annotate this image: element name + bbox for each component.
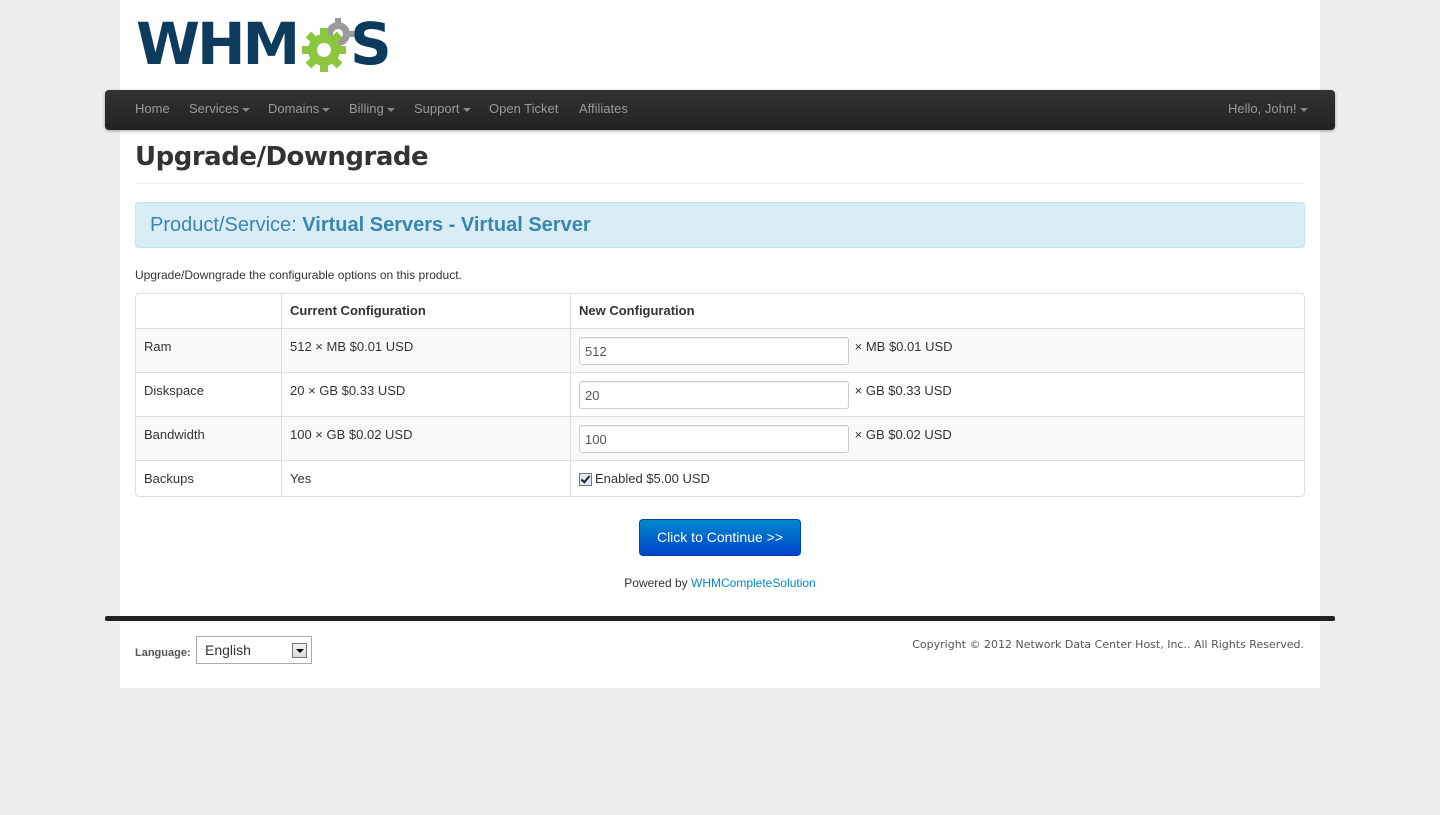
table-header-row: Current Configuration New Configuration — [136, 294, 1304, 328]
new-config-cell: × GB $0.33 USD — [570, 372, 1304, 416]
nav-label: Support — [414, 101, 460, 116]
current-config: 512 × MB $0.01 USD — [281, 328, 570, 372]
bandwidth-unit: × GB $0.02 USD — [854, 427, 952, 442]
nav-label: Affiliates — [579, 101, 628, 116]
new-config-cell: × GB $0.02 USD — [570, 416, 1304, 460]
product-heading: Product/Service: Virtual Servers - Virtu… — [150, 203, 591, 247]
diskspace-input[interactable] — [579, 381, 849, 409]
option-name: Backups — [136, 460, 281, 496]
current-config: 20 × GB $0.33 USD — [281, 372, 570, 416]
nav-domains[interactable]: Domains — [268, 90, 331, 130]
intro-text: Upgrade/Downgrade the configurable optio… — [135, 268, 462, 282]
option-name: Ram — [136, 328, 281, 372]
table-row: Backups Yes Enabled $5.00 USD — [136, 460, 1304, 496]
table-row: Diskspace 20 × GB $0.33 USD × GB $0.33 U… — [136, 372, 1304, 416]
nav-affiliates[interactable]: Affiliates — [579, 90, 628, 130]
backups-label: Enabled $5.00 USD — [595, 471, 710, 486]
caret-down-icon — [462, 107, 471, 112]
product-prefix: Product/Service: — [150, 214, 297, 236]
new-config-cell: × MB $0.01 USD — [570, 328, 1304, 372]
backups-checkbox[interactable] — [579, 473, 592, 487]
powered-link[interactable]: WHMCompleteSolution — [691, 576, 816, 590]
current-config: Yes — [281, 460, 570, 496]
nav-open-ticket[interactable]: Open Ticket — [489, 90, 558, 130]
continue-button[interactable]: Click to Continue >> — [639, 519, 801, 556]
nav-label: Domains — [268, 101, 320, 116]
logo-text-s: S — [350, 10, 392, 78]
nav-label: Open Ticket — [489, 101, 559, 116]
powered-by: Powered by WHMCompleteSolution — [120, 576, 1320, 590]
language-value: English — [205, 642, 251, 658]
nav-billing[interactable]: Billing — [349, 90, 395, 130]
product-name: Virtual Servers - Virtual Server — [302, 214, 591, 236]
nav-label: Home — [135, 101, 170, 116]
option-name: Bandwidth — [136, 416, 281, 460]
main-navbar: Home Services Domains Billing Support Op… — [105, 90, 1335, 130]
whmcs-logo[interactable]: WHM S — [136, 14, 396, 74]
column-header-option — [136, 294, 281, 328]
powered-prefix: Powered by — [624, 576, 688, 590]
product-alert: Product/Service: Virtual Servers - Virtu… — [135, 202, 1305, 248]
footer-divider — [105, 616, 1335, 621]
column-header-current: Current Configuration — [281, 294, 570, 328]
user-menu[interactable]: Hello, John! — [1228, 90, 1308, 130]
bandwidth-input[interactable] — [579, 425, 849, 453]
language-label: Language: — [135, 647, 191, 659]
column-header-new: New Configuration — [570, 294, 1304, 328]
nav-label: Services — [189, 101, 239, 116]
diskspace-unit: × GB $0.33 USD — [854, 383, 952, 398]
caret-down-icon — [1299, 107, 1308, 112]
nav-label: Billing — [349, 101, 384, 116]
nav-services[interactable]: Services — [189, 90, 250, 130]
option-name: Diskspace — [136, 372, 281, 416]
nav-support[interactable]: Support — [414, 90, 471, 130]
config-table: Current Configuration New Configuration … — [135, 293, 1305, 497]
title-divider — [135, 183, 1305, 184]
caret-down-icon — [241, 107, 250, 112]
user-greeting: Hello, John! — [1228, 101, 1297, 116]
table-row: Ram 512 × MB $0.01 USD × MB $0.01 USD — [136, 328, 1304, 372]
ram-input[interactable] — [579, 337, 849, 365]
current-config: 100 × GB $0.02 USD — [281, 416, 570, 460]
caret-down-icon — [322, 107, 331, 112]
nav-home[interactable]: Home — [135, 90, 170, 130]
dropdown-arrow-icon — [292, 643, 307, 658]
caret-down-icon — [386, 107, 395, 112]
logo-text: WHM — [136, 10, 300, 78]
ram-unit: × MB $0.01 USD — [854, 339, 953, 354]
table-row: Bandwidth 100 × GB $0.02 USD × GB $0.02 … — [136, 416, 1304, 460]
language-select[interactable]: English — [196, 636, 312, 664]
copyright-text: Copyright © 2012 Network Data Center Hos… — [912, 638, 1304, 651]
page-title: Upgrade/Downgrade — [135, 142, 429, 172]
new-config-cell: Enabled $5.00 USD — [570, 460, 1304, 496]
